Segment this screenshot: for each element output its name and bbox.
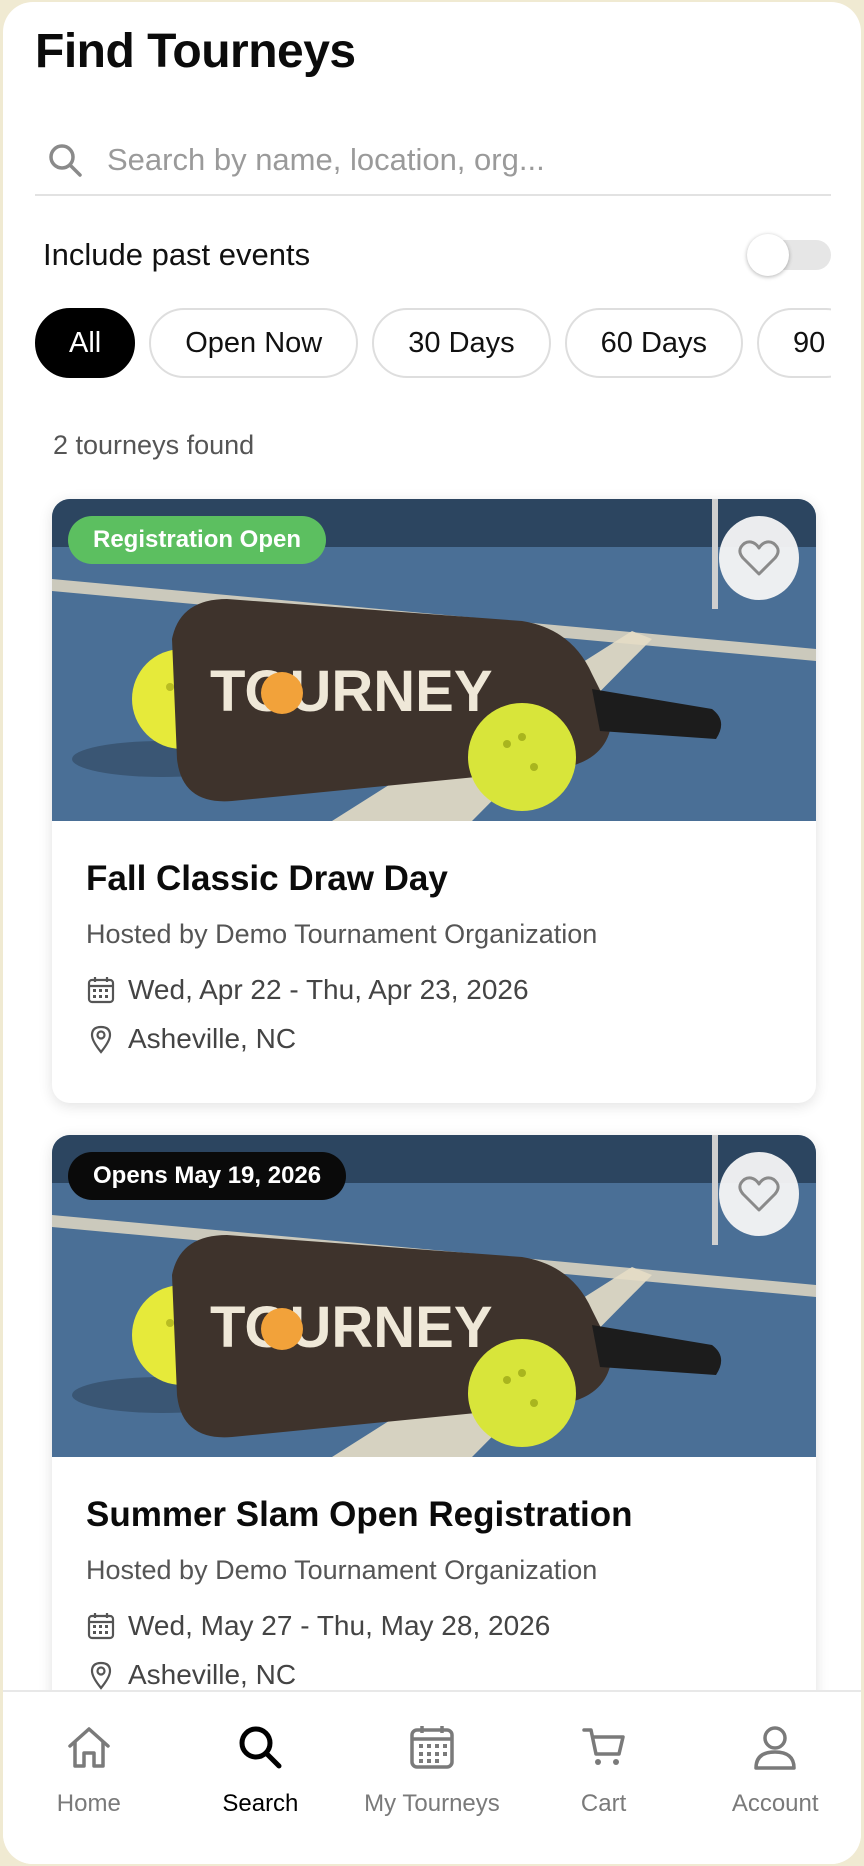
include-past-row: Include past events [43, 230, 831, 280]
tab-my-tourneys[interactable]: My Tourneys [346, 1692, 518, 1864]
status-badge: Opens May 19, 2026 [68, 1152, 347, 1200]
chip-90-days[interactable]: 90 [757, 308, 831, 378]
toggle-knob [747, 234, 789, 276]
tab-account-label: Account [731, 1790, 819, 1817]
tourney-host: Hosted by Demo Tournament Organization [86, 919, 598, 949]
tab-search[interactable]: Search [175, 1692, 347, 1864]
include-past-label: Include past events [43, 237, 311, 272]
heart-icon [738, 539, 780, 577]
date-filter-chips: All Open Now 30 Days 60 Days 90 [35, 308, 831, 380]
tab-account[interactable]: Account [689, 1692, 861, 1864]
search-bar[interactable] [35, 126, 831, 196]
page-title: Find Tourneys [35, 25, 356, 78]
tourney-location: Asheville, NC [128, 1023, 297, 1054]
location-pin-icon [86, 1024, 116, 1054]
home-icon [64, 1722, 114, 1772]
tourney-dates-row: Wed, Apr 22 - Thu, Apr 23, 2026 [86, 970, 782, 1010]
search-icon [235, 1722, 285, 1772]
tab-search-label: Search [222, 1790, 299, 1817]
bottom-tab-bar: Home Search My Tourneys Cart Account [3, 1690, 861, 1864]
tab-my-tourneys-label: My Tourneys [364, 1790, 500, 1817]
user-icon [750, 1722, 800, 1772]
favorite-button[interactable] [719, 516, 799, 600]
cart-icon [579, 1722, 629, 1772]
calendar-icon [407, 1722, 457, 1772]
tourney-dates: Wed, Apr 22 - Thu, Apr 23, 2026 [128, 974, 529, 1005]
chip-30-days[interactable]: 30 Days [372, 308, 551, 378]
tourney-logo-text: TOURNEY [210, 1295, 493, 1360]
chip-all[interactable]: All [35, 308, 136, 378]
tourney-title: Fall Classic Draw Day [86, 859, 448, 898]
chip-60-days[interactable]: 60 Days [564, 308, 744, 378]
search-icon [45, 140, 85, 180]
tourney-host: Hosted by Demo Tournament Organization [86, 1555, 598, 1585]
tourney-image: TOURNEY Registration Open [52, 499, 816, 821]
favorite-button[interactable] [719, 1152, 799, 1236]
tab-cart-label: Cart [580, 1790, 627, 1817]
tourney-location: Asheville, NC [128, 1659, 297, 1690]
status-badge: Registration Open [68, 516, 327, 564]
tourney-logo-text: TOURNEY [210, 659, 493, 724]
calendar-icon [86, 1611, 116, 1641]
tourney-dates: Wed, May 27 - Thu, May 28, 2026 [128, 1610, 551, 1641]
calendar-icon [86, 975, 116, 1005]
app-screen: Find Tourneys Include past events AllOpe… [3, 2, 861, 1864]
chip-open-now[interactable]: Open Now [149, 308, 359, 378]
tab-cart[interactable]: Cart [518, 1692, 690, 1864]
tourney-location-row: Asheville, NC [86, 1655, 782, 1695]
results-count: 2 tourneys found [53, 430, 255, 460]
tourney-title: Summer Slam Open Registration [86, 1495, 633, 1534]
tourney-location-row: Asheville, NC [86, 1019, 782, 1059]
tourney-card[interactable]: TOURNEY Registration Open Fall Classic D… [52, 499, 816, 1103]
search-input[interactable] [107, 142, 787, 178]
location-pin-icon [86, 1660, 116, 1690]
tourney-dates-row: Wed, May 27 - Thu, May 28, 2026 [86, 1606, 782, 1646]
tab-home[interactable]: Home [3, 1692, 175, 1864]
heart-icon [738, 1175, 780, 1213]
tab-home-label: Home [56, 1790, 121, 1817]
tourney-card[interactable]: TOURNEY Opens May 19, 2026 Summer Slam O… [52, 1135, 816, 1755]
include-past-toggle[interactable] [747, 234, 831, 276]
tourney-image: TOURNEY Opens May 19, 2026 [52, 1135, 816, 1457]
